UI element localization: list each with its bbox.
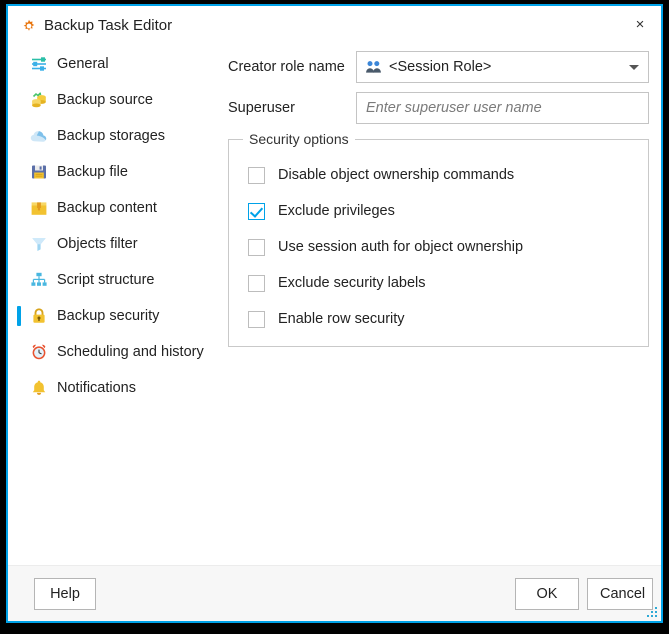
resize-grip-icon[interactable] (647, 607, 658, 618)
security-options-groupbox: Security options Disable object ownershi… (228, 131, 649, 347)
ok-button[interactable]: OK (515, 578, 579, 610)
checkbox-row-disable-object-ownership-commands[interactable]: Disable object ownership commands (248, 163, 514, 187)
security-options-title: Security options (243, 131, 355, 147)
sidebar-item-label: Notifications (57, 380, 136, 396)
window-title: Backup Task Editor (44, 17, 173, 34)
backup-task-editor-window: Backup Task Editor × General Backup sour… (6, 4, 663, 623)
sidebar-item-label: Backup source (57, 92, 153, 108)
sidebar-item-label: Backup file (57, 164, 128, 180)
superuser-input-wrapper[interactable] (356, 92, 649, 124)
selection-indicator (17, 306, 21, 326)
checkbox-label: Enable row security (278, 311, 405, 327)
window-titlebar: Backup Task Editor × (8, 6, 661, 46)
sidebar-item-general[interactable]: General (8, 46, 218, 82)
selection-indicator (17, 90, 21, 110)
close-icon[interactable]: × (627, 12, 653, 38)
superuser-input[interactable] (357, 100, 648, 116)
sidebar-item-label: Backup storages (57, 128, 166, 144)
superuser-row: Superuser (228, 92, 649, 124)
sidebar-item-label: Backup security (57, 308, 160, 324)
package-box-icon (30, 199, 48, 217)
selection-indicator (17, 54, 21, 74)
sliders-icon (30, 55, 48, 73)
bell-icon (30, 379, 48, 397)
checkbox-use-session-auth-for-object-ownership[interactable] (248, 238, 265, 256)
selection-indicator (17, 234, 21, 254)
padlock-icon (30, 307, 48, 325)
sidebar-item-label: Objects filter (57, 236, 138, 252)
sidebar-item-backup-security[interactable]: Backup security (8, 298, 218, 334)
sidebar-item-label: Script structure (57, 272, 155, 288)
selection-indicator (17, 126, 21, 146)
sidebar-nav: General Backup source Backup storages Ba… (8, 46, 218, 621)
creator-role-combobox[interactable]: <Session Role> (356, 51, 649, 83)
sidebar-item-script-structure[interactable]: Script structure (8, 262, 218, 298)
checkbox-enable-row-security[interactable] (248, 310, 265, 328)
superuser-label: Superuser (228, 100, 295, 116)
dialog-footer: Help OK Cancel (8, 565, 661, 621)
sidebar-item-backup-file[interactable]: Backup file (8, 154, 218, 190)
checkbox-label: Exclude privileges (278, 203, 395, 219)
sidebar-item-scheduling-and-history[interactable]: Scheduling and history (8, 334, 218, 370)
gear-icon (20, 17, 38, 35)
funnel-filter-icon (30, 235, 48, 253)
sidebar-item-backup-content[interactable]: Backup content (8, 190, 218, 226)
creator-role-label: Creator role name (228, 59, 345, 75)
selection-indicator (17, 198, 21, 218)
selection-indicator (17, 270, 21, 290)
cloud-icon (30, 127, 48, 145)
selection-indicator (17, 378, 21, 398)
checkbox-disable-object-ownership-commands[interactable] (248, 166, 265, 184)
coins-icon (30, 91, 48, 109)
screen-backdrop: Backup Task Editor × General Backup sour… (0, 0, 669, 634)
help-button[interactable]: Help (34, 578, 96, 610)
checkbox-label: Use session auth for object ownership (278, 239, 524, 255)
checkbox-row-exclude-privileges[interactable]: Exclude privileges (248, 199, 395, 223)
sidebar-item-notifications[interactable]: Notifications (8, 370, 218, 406)
chevron-down-icon[interactable] (629, 65, 639, 70)
selection-indicator (17, 342, 21, 362)
sidebar-item-backup-source[interactable]: Backup source (8, 82, 218, 118)
checkbox-row-exclude-security-labels[interactable]: Exclude security labels (248, 271, 426, 295)
main-content: Creator role name <Session Role> Superus… (218, 46, 661, 621)
checkbox-label: Disable object ownership commands (278, 167, 515, 183)
sidebar-item-objects-filter[interactable]: Objects filter (8, 226, 218, 262)
alarm-clock-icon (30, 343, 48, 361)
creator-role-row: Creator role name <Session Role> (228, 51, 649, 83)
checkbox-row-use-session-auth-for-object-ownership[interactable]: Use session auth for object ownership (248, 235, 523, 259)
sidebar-item-label: Scheduling and history (57, 344, 204, 360)
checkbox-exclude-security-labels[interactable] (248, 274, 265, 292)
checkbox-label: Exclude security labels (278, 275, 426, 291)
selection-indicator (17, 162, 21, 182)
sidebar-item-label: General (57, 56, 109, 72)
two-users-icon (365, 59, 382, 76)
sidebar-item-backup-storages[interactable]: Backup storages (8, 118, 218, 154)
cancel-button[interactable]: Cancel (587, 578, 653, 610)
hierarchy-tree-icon (30, 271, 48, 289)
floppy-disk-icon (30, 163, 48, 181)
checkbox-row-enable-row-security[interactable]: Enable row security (248, 307, 405, 331)
checkbox-exclude-privileges[interactable] (248, 202, 265, 220)
sidebar-item-label: Backup content (57, 200, 157, 216)
creator-role-value: <Session Role> (389, 59, 492, 75)
